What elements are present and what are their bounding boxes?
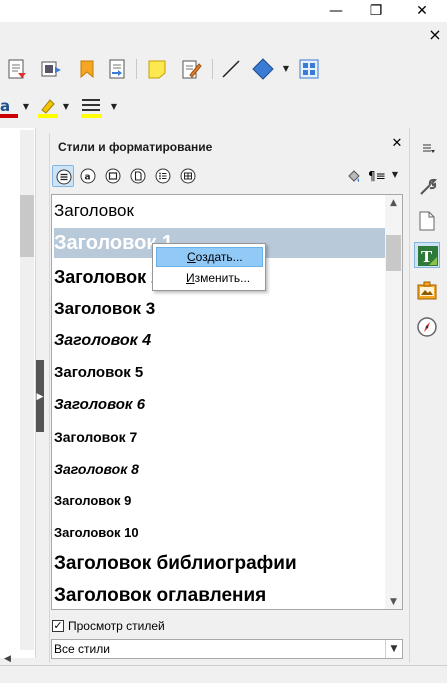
properties-icon[interactable] bbox=[414, 174, 440, 200]
panel-title: Стили и форматирование bbox=[58, 140, 213, 154]
style-list-item[interactable]: Заголовок 8 bbox=[54, 454, 385, 484]
style-list-item[interactable]: Заголовок 10 bbox=[54, 518, 385, 548]
chevron-down-icon[interactable]: ▼ bbox=[110, 96, 118, 118]
close-icon[interactable]: ✕ bbox=[390, 137, 404, 151]
new-style-menu-icon[interactable]: ¶≡ bbox=[368, 168, 392, 184]
style-filter-value: Все стили bbox=[54, 642, 110, 656]
frame-styles-icon[interactable] bbox=[102, 165, 124, 187]
gallery-icon[interactable] bbox=[414, 278, 440, 304]
highlight-color-icon[interactable] bbox=[36, 96, 58, 118]
svg-text:a: a bbox=[0, 97, 10, 115]
status-bar bbox=[0, 665, 447, 683]
restore-button[interactable]: ❐ bbox=[356, 0, 396, 22]
comment-icon[interactable] bbox=[146, 58, 168, 80]
style-list-item[interactable]: Заголовок bbox=[54, 199, 385, 223]
font-color-icon[interactable]: a bbox=[0, 96, 22, 118]
menu-item-modify[interactable]: Изменить... bbox=[156, 268, 263, 288]
toolbar-separator bbox=[136, 59, 137, 79]
preview-styles-checkbox[interactable]: ✓ bbox=[52, 620, 64, 632]
character-styles-icon[interactable]: a bbox=[77, 165, 99, 187]
chevron-right-icon: ▶ bbox=[36, 391, 44, 401]
document-scrollbar-thumb[interactable] bbox=[20, 195, 34, 257]
toolbar-separator bbox=[212, 59, 213, 79]
print-direct-icon[interactable] bbox=[40, 58, 62, 80]
style-list-scrollbar-thumb[interactable] bbox=[386, 235, 401, 271]
navigator-icon[interactable] bbox=[414, 314, 440, 340]
preview-styles-label: Просмотр стилей bbox=[68, 619, 165, 633]
cross-reference-icon[interactable] bbox=[106, 58, 128, 80]
style-list-item[interactable]: Заголовок 4 bbox=[54, 326, 385, 356]
scroll-up-icon[interactable]: ▲ bbox=[385, 196, 402, 210]
chevron-down-icon[interactable]: ▼ bbox=[282, 58, 290, 80]
styles-icon[interactable]: T bbox=[414, 242, 440, 268]
paragraph-background-icon[interactable] bbox=[80, 96, 102, 118]
style-list-item[interactable]: Заголовок 3 bbox=[54, 294, 385, 324]
style-list-item[interactable]: Заголовок 7 bbox=[54, 422, 385, 452]
document-close-button[interactable]: × bbox=[427, 26, 443, 44]
style-list-item[interactable]: Заголовок библиографии bbox=[54, 548, 385, 580]
scroll-down-icon[interactable]: ▼ bbox=[385, 595, 402, 609]
style-list-item[interactable]: Заголовок 9 bbox=[54, 486, 385, 516]
context-menu: Создать... Изменить... bbox=[152, 243, 266, 291]
bookmark-icon[interactable] bbox=[76, 58, 98, 80]
minimize-button[interactable]: — bbox=[316, 0, 356, 22]
fill-format-mode-icon[interactable] bbox=[343, 165, 365, 187]
style-list-item[interactable]: Заголовок 5 bbox=[54, 358, 385, 388]
export-pdf-icon[interactable] bbox=[6, 58, 28, 80]
chevron-down-icon[interactable]: ▼ bbox=[62, 96, 70, 118]
style-list-item[interactable]: Заголовок оглавления bbox=[54, 580, 385, 609]
chevron-down-icon[interactable]: ▼ bbox=[391, 164, 399, 186]
paragraph-styles-icon[interactable] bbox=[52, 165, 74, 187]
menu-item-new[interactable]: Создать... bbox=[156, 247, 263, 267]
line-icon[interactable] bbox=[220, 58, 242, 80]
chevron-left-icon[interactable]: ◀ bbox=[4, 652, 16, 664]
chevron-down-icon[interactable]: ▼ bbox=[385, 640, 402, 658]
basic-shapes-icon[interactable] bbox=[252, 58, 274, 80]
svg-text:a: a bbox=[85, 173, 91, 183]
page-styles-icon[interactable] bbox=[127, 165, 149, 187]
table-styles-icon[interactable] bbox=[177, 165, 199, 187]
insert-frame-icon[interactable] bbox=[298, 58, 320, 80]
chevron-down-icon[interactable]: ▼ bbox=[22, 96, 30, 118]
style-list-item[interactable]: Заголовок 6 bbox=[54, 390, 385, 420]
menu-icon[interactable] bbox=[420, 140, 436, 156]
list-styles-icon[interactable] bbox=[152, 165, 174, 187]
track-changes-icon[interactable] bbox=[180, 58, 202, 80]
window-close-button[interactable]: ✕ bbox=[402, 0, 442, 22]
page-icon[interactable] bbox=[414, 208, 440, 234]
